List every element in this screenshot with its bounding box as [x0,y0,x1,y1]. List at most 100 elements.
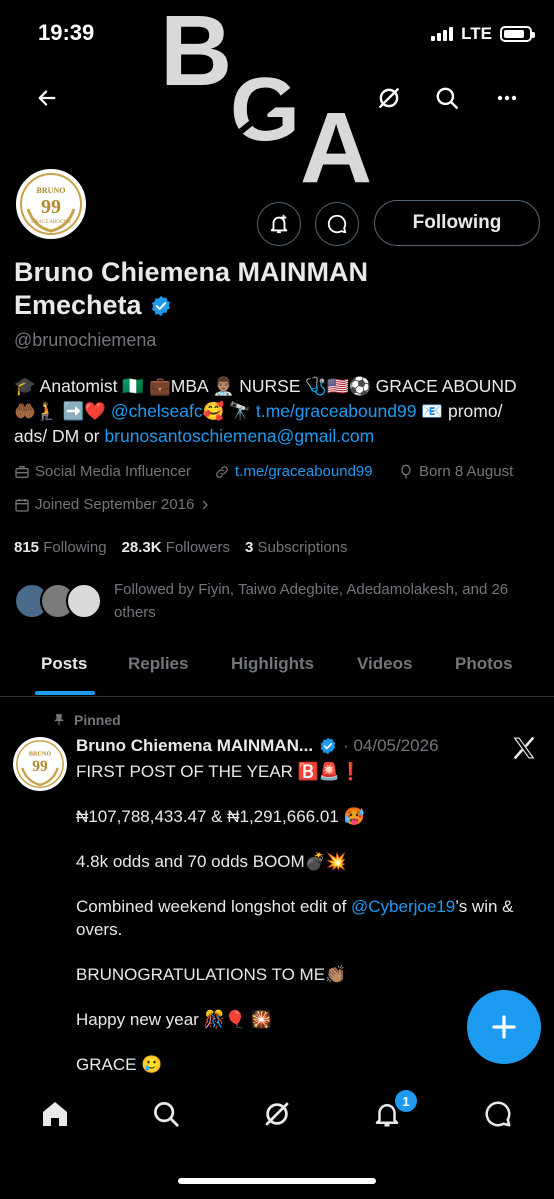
bio-telegram-link[interactable]: t.me/graceabound99 [256,401,417,421]
profile-handle: @brunochiemena [14,330,157,350]
profile-name-line2: Emecheta [14,290,142,320]
balloon-icon [401,464,411,479]
nav-grok[interactable] [257,1094,297,1134]
bio-line2-pre: 🤲🏾🧎 ➡️❤️ [14,401,111,421]
signal-icon [431,27,454,41]
nav-home[interactable] [35,1094,75,1134]
search-button[interactable] [425,76,469,120]
post-line: GRACE 🥲 [76,1055,163,1074]
search-icon [436,87,458,109]
avatar-text-top: BRUNO [37,186,66,195]
battery-icon [500,26,535,42]
chevron-right-icon [203,500,208,509]
tab-videos[interactable]: Videos [357,654,412,674]
bio-email-link[interactable]: brunosantoschiemena@gmail.com [104,426,374,446]
followers-label: Followers [165,539,230,556]
bio-line2-mid: 🥰 🔭 [202,401,256,421]
meta-joined-text: Joined September 2016 [35,496,195,513]
post-date: · 04/05/2026 [343,736,439,755]
bio-line3-pre: ads/ DM or [14,426,105,446]
followed-by-text[interactable]: Followed by Fiyin, Taiwo Adegbite, Adeda… [114,578,534,624]
back-button[interactable] [25,76,69,120]
nav-search[interactable] [146,1094,186,1134]
following-stat[interactable]: 815 Following [14,539,107,556]
followers-stat[interactable]: 28.3K Followers [122,539,230,556]
post-line: ₦107,788,433.47 & ₦1,291,666.01 🥵 [76,807,365,826]
banner-letter-a: A [300,92,372,190]
status-time: 19:39 [38,20,95,45]
meta-born-text: Born 8 August [419,463,514,480]
post-line4-pre: Combined weekend longshot edit of [76,897,352,916]
search-icon [154,1102,179,1127]
meta-website-link[interactable]: t.me/graceabound99 [235,463,373,480]
home-icon [43,1102,67,1126]
tab-replies[interactable]: Replies [128,654,188,674]
nav-messages[interactable] [478,1094,518,1134]
following-button[interactable]: Following [374,200,540,246]
meta-category: Social Media Influencer [14,463,191,480]
meta-joined[interactable]: Joined September 2016 [14,496,211,513]
post-author-avatar[interactable]: BRUNO 99 [13,737,67,791]
follower-avatar [66,583,102,619]
post-avatar-text-num: 99 [32,758,48,775]
subscriptions-count: 3 [244,539,254,556]
briefcase-icon [15,465,29,478]
followed-by-avatars[interactable] [14,583,104,623]
compose-button[interactable] [467,990,541,1064]
chat-icon [485,1101,511,1127]
notifications-badge: 1 [395,1090,417,1112]
home-indicator [178,1178,376,1184]
grok-icon [265,1102,289,1126]
bell-plus-icon [270,214,288,234]
subscriptions-stat[interactable]: 3 Subscriptions [245,539,348,556]
post-line: Combined weekend longshot edit of @Cyber… [76,895,536,941]
bio-line2-post: 📧 promo/ [416,401,503,421]
notify-button[interactable] [257,202,301,246]
plus-icon [492,1015,516,1039]
pinned-label: Pinned [52,712,121,728]
pinned-text: Pinned [74,712,121,728]
more-button[interactable] [485,76,529,120]
verified-badge-icon [320,737,336,755]
tab-posts[interactable]: Posts [41,654,87,674]
post-line: BRUNOGRATULATIONS TO ME👏🏽 [76,965,347,984]
bio-mention-link[interactable]: @chelseafc [111,401,203,421]
profile-bio: 🎓 Anatomist 🇳🇬 💼MBA 👨🏽‍⚕️ NURSE 🩺🇺🇸⚽️ GR… [14,374,544,449]
tab-photos[interactable]: Photos [455,654,513,674]
banner-letter-b: B [160,0,232,107]
active-tab-indicator [35,691,95,695]
tab-highlights[interactable]: Highlights [231,654,314,674]
meta-born: Born 8 August [398,463,513,480]
grok-button[interactable] [367,76,411,120]
followers-count: 28.3K [121,539,162,556]
meta-category-text: Social Media Influencer [35,463,191,480]
following-count: 815 [14,539,40,556]
profile-stats: 815 Following 28.3K Followers 3 Subscrip… [14,539,348,556]
post-author-name[interactable]: Bruno Chiemena MAINMAN... [76,736,313,756]
post-body: FIRST POST OF THE YEAR 🅱️🚨❗ ₦107,788,433… [76,760,536,1098]
post-line: 4.8k odds and 70 odds BOOM💣💥 [76,852,348,871]
bio-line1: 🎓 Anatomist 🇳🇬 💼MBA 👨🏽‍⚕️ NURSE 🩺🇺🇸⚽️ GR… [14,376,517,396]
arrow-left-icon [38,90,56,106]
profile-name-line1: Bruno Chiemena MAINMAN [14,257,369,287]
pin-icon [54,714,64,726]
profile-name: Bruno Chiemena MAINMAN Emecheta [14,256,434,322]
meta-website[interactable]: t.me/graceabound99 [214,463,373,480]
post-header: Bruno Chiemena MAINMAN... · 04/05/2026 [76,736,496,756]
more-icon [497,95,517,101]
post-mention-link[interactable]: @Cyberjoe19 [351,897,455,916]
grok-icon [379,88,399,108]
profile-avatar[interactable]: BRUNO 99 GRACE ABOUND [13,166,89,242]
status-indicators: LTE [431,24,535,44]
subscriptions-label: Subscriptions [257,539,348,556]
avatar-text-num: 99 [41,196,61,218]
post-line: FIRST POST OF THE YEAR 🅱️🚨❗ [76,762,362,781]
avatar-text-bottom: GRACE ABOUND [31,220,71,225]
profile-tabs: Posts Replies Highlights Videos Photos [0,646,554,697]
message-button[interactable] [315,202,359,246]
calendar-icon [15,498,29,512]
verified-badge-icon[interactable] [150,295,172,317]
network-label: LTE [461,24,492,43]
following-label: Following [43,539,107,556]
link-icon [216,465,228,478]
